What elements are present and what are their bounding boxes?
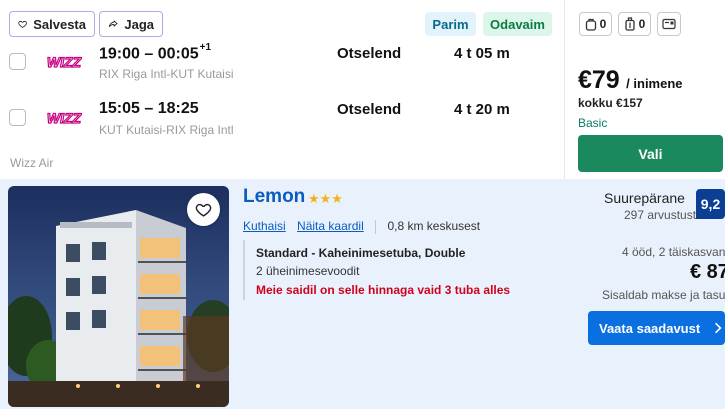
- day-offset: +1: [199, 42, 212, 53]
- personal-item-count: 0: [599, 17, 607, 31]
- see-availability-button[interactable]: Vaata saadavust: [588, 311, 725, 345]
- carry-on-badge[interactable]: 0: [618, 12, 651, 36]
- wizz-logo-icon: WIZZ: [46, 109, 82, 126]
- svg-text:WIZZ: WIZZ: [47, 110, 82, 126]
- room-beds: 2 üheinimesevoodit: [256, 264, 360, 278]
- divider: [375, 219, 377, 234]
- leg-times: 15:05 – 18:25: [99, 100, 199, 117]
- leg-stops: Otselend: [337, 101, 402, 118]
- heart-icon: [195, 203, 212, 217]
- wizz-logo-icon: WIZZ: [46, 53, 82, 70]
- flight-price-panel: 0 0 €79 / inimene kokku €157 Basic Vali: [564, 0, 725, 179]
- share-icon: [108, 20, 118, 28]
- save-label: Salvesta: [33, 16, 86, 32]
- review-count[interactable]: 297 arvustust: [624, 208, 696, 222]
- hotel-name[interactable]: Lemon: [243, 186, 305, 208]
- flight-leg-return: WIZZ 15:05 – 18:25 KUT Kutaisi-RIX Riga …: [0, 96, 564, 142]
- leg-duration: 4 t 05 m: [454, 45, 510, 62]
- leg-checkbox[interactable]: [9, 109, 26, 126]
- rating-word: Suurepärane: [604, 190, 685, 206]
- leg-route: RIX Riga Intl-KUT Kutaisi: [99, 67, 234, 81]
- availability-label: Vaata saadavust: [599, 320, 701, 336]
- select-button[interactable]: Vali: [578, 135, 723, 172]
- stay-info: 4 ööd, 2 täiskasvanut: [622, 245, 725, 259]
- price-per: / inimene: [626, 76, 683, 91]
- hotel-price: € 87: [690, 261, 725, 283]
- flight-itinerary: Salvesta Jaga Parim Odavaim WIZZ 19:00 –…: [0, 0, 564, 179]
- carry-on-count: 0: [638, 17, 646, 31]
- save-button[interactable]: Salvesta: [9, 11, 95, 37]
- flight-price: €79 / inimene: [578, 66, 683, 95]
- leg-checkbox[interactable]: [9, 53, 26, 70]
- rating-score-badge: 9,2: [696, 189, 725, 219]
- flight-leg-outbound: WIZZ 19:00 – 00:05+1 RIX Riga Intl-KUT K…: [0, 40, 564, 86]
- leg-duration: 4 t 20 m: [454, 101, 510, 118]
- leg-times: 19:00 – 00:05+1: [99, 42, 212, 63]
- airline-name: Wizz Air: [10, 156, 54, 170]
- share-button[interactable]: Jaga: [99, 11, 163, 37]
- favorite-button[interactable]: [187, 193, 220, 226]
- room-type: Standard - Kaheinimesetuba, Double: [256, 246, 466, 260]
- share-label: Jaga: [124, 16, 154, 32]
- heart-icon: [18, 20, 27, 28]
- hotel-stars-icon: ★★★: [308, 191, 343, 206]
- hotel-location-links: Kuthaisi Näita kaardil 0,8 km keskusest: [243, 219, 480, 234]
- scarcity-alert: Meie saidil on selle hinnaga vaid 3 tuba…: [256, 283, 511, 297]
- flight-result-card: Salvesta Jaga Parim Odavaim WIZZ 19:00 –…: [0, 0, 725, 179]
- city-link[interactable]: Kuthaisi: [243, 219, 286, 233]
- personal-item-badge[interactable]: 0: [579, 12, 612, 36]
- distance-text: 0,8 km keskusest: [387, 219, 481, 233]
- show-on-map-link[interactable]: Näita kaardil: [297, 219, 364, 233]
- chevron-right-icon: [715, 322, 722, 334]
- personal-bag-icon: [585, 18, 596, 31]
- carry-on-icon: [625, 17, 635, 31]
- svg-text:WIZZ: WIZZ: [47, 54, 82, 70]
- leg-route: KUT Kutaisi-RIX Riga Intl: [99, 123, 234, 137]
- cheapest-tag: Odavaim: [483, 12, 552, 36]
- price-total: kokku €157: [578, 96, 643, 110]
- leg-stops: Otselend: [337, 45, 402, 62]
- seat-info-badge[interactable]: [657, 12, 681, 36]
- tax-info: Sisaldab makse ja tasusid: [602, 288, 725, 302]
- room-details: Standard - Kaheinimesetuba, Double 2 ühe…: [243, 240, 573, 300]
- best-tag: Parim: [425, 12, 476, 36]
- fare-class: Basic: [578, 116, 608, 130]
- card-icon: [662, 18, 676, 30]
- price-amount: €79: [578, 66, 620, 94]
